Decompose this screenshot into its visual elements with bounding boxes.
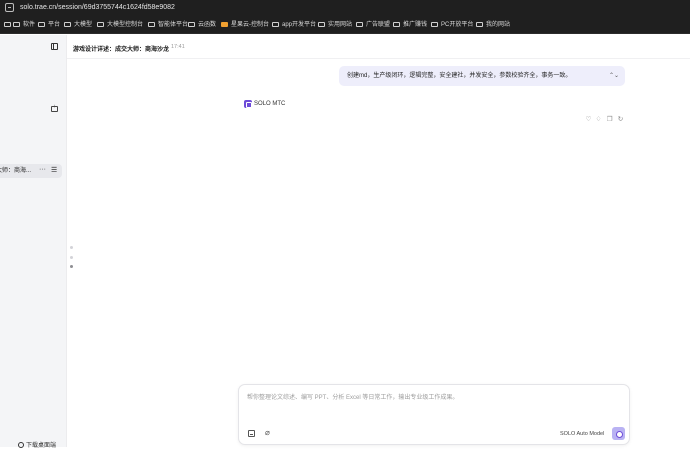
session-time: 17:41 <box>171 44 185 50</box>
url-text[interactable]: solo.trae.cn/session/69d3755744c1624fd58… <box>20 3 175 12</box>
bookmark-folder[interactable]: 推广赚钱 <box>393 20 427 30</box>
page-title: 游戏设计详述：成交大师：商海沙龙 <box>73 47 170 53</box>
address-bar[interactable]: solo.trae.cn/session/69d3755744c1624fd58… <box>0 0 690 15</box>
folder-icon <box>318 21 325 27</box>
download-desktop-link[interactable]: 下载桌面端 <box>18 440 56 449</box>
user-message: 创建md，生产级闭环，逻辑完整，安全建社，并发安全，参数校验齐全，事务一致。 ⌃… <box>339 66 625 86</box>
solo-logo-icon <box>244 100 252 108</box>
folder-icon <box>188 21 195 27</box>
thumbs-down-icon[interactable]: ♢ <box>595 116 602 123</box>
folder-icon <box>97 21 104 27</box>
sidebar-session-item[interactable]: 成交大师：商海... ··· ☰ <box>0 164 62 178</box>
session-tree-icon[interactable]: ☰ <box>51 167 57 175</box>
folder-icon <box>4 21 11 27</box>
sidebar-toggle-icon[interactable] <box>51 43 58 50</box>
folder-icon <box>64 21 71 27</box>
thumbs-up-icon[interactable]: ♡ <box>585 116 592 123</box>
session-title: 成交大师：商海... <box>0 168 32 174</box>
expand-chevron-icon[interactable]: ⌃⌄ <box>609 72 619 80</box>
bookmark-folder[interactable]: 广告联盟 <box>356 20 390 30</box>
folder-icon <box>356 21 363 27</box>
chat-input[interactable] <box>247 392 617 404</box>
folder-icon <box>431 21 438 27</box>
folder-icon <box>272 21 279 27</box>
assistant-name: SOLO MTC <box>254 101 286 107</box>
bookmark-folder[interactable]: 大模型 <box>64 20 92 30</box>
bookmarks-bar: 软件 平台 大模型 大模型控制台 智能体平台 云函数 星果云-控制台 app开发… <box>0 15 690 34</box>
chat-composer: ⌀ SOLO Auto Model <box>238 384 630 445</box>
site-info-icon[interactable] <box>5 3 14 12</box>
folder-icon <box>38 21 45 27</box>
folder-icon <box>148 21 155 27</box>
image-upload-icon[interactable] <box>248 430 255 437</box>
download-icon <box>18 442 24 448</box>
more-options-icon[interactable]: ··· <box>39 166 46 174</box>
folder-icon <box>13 21 20 27</box>
bookmark-folder[interactable]: 大模型控制台 <box>97 20 143 30</box>
copy-icon[interactable]: ❐ <box>606 116 613 123</box>
user-message-text: 创建md，生产级闭环，逻辑完整，安全建社，并发安全，参数校验齐全，事务一致。 <box>347 73 572 79</box>
model-selector[interactable]: SOLO Auto Model <box>560 431 604 438</box>
send-button[interactable] <box>612 427 625 440</box>
bookmark-link[interactable]: 星果云-控制台 <box>221 20 269 30</box>
bookmark-folder[interactable]: 实用网站 <box>318 20 352 30</box>
bookmark-folder[interactable]: 平台 <box>38 20 60 30</box>
bookmark-folder[interactable]: 我的网站 <box>476 20 510 30</box>
scroll-dot-active[interactable] <box>70 265 73 268</box>
bookmark-favicon-icon <box>221 21 228 27</box>
bookmark-folder[interactable]: app开发平台 <box>272 20 316 30</box>
header-divider <box>67 58 690 59</box>
retry-icon[interactable]: ↻ <box>617 116 624 123</box>
scroll-dot[interactable] <box>70 246 73 249</box>
bookmark-folder[interactable]: 智能体平台 <box>148 20 188 30</box>
bookmark-folder[interactable]: 云函数 <box>188 20 216 30</box>
new-folder-icon[interactable] <box>51 104 58 112</box>
folder-icon <box>393 21 400 27</box>
scroll-dot[interactable] <box>70 256 73 259</box>
folder-icon <box>476 21 483 27</box>
bookmark-folder[interactable]: 软件 <box>13 20 35 30</box>
bookmark-folder[interactable]: PC开放平台 <box>431 20 473 30</box>
sidebar <box>0 35 67 447</box>
attachment-icon[interactable]: ⌀ <box>265 429 270 437</box>
